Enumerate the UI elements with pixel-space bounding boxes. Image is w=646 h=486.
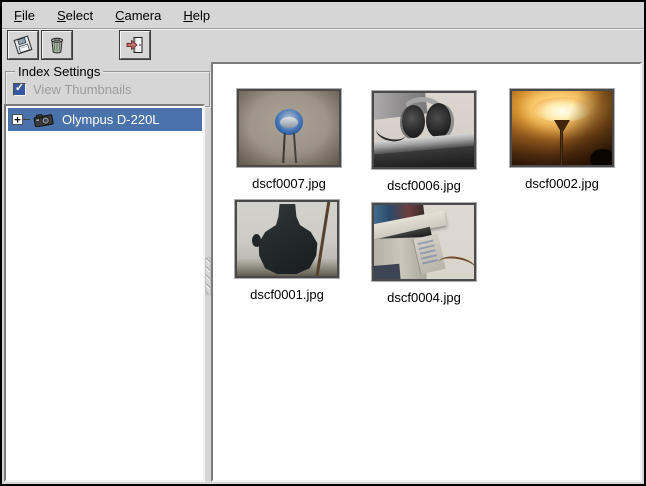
tree-item-label: Olympus D-220L [62, 112, 160, 127]
menu-camera[interactable]: Camera [107, 5, 169, 26]
tree-item-camera[interactable]: + Olympus D-220L [8, 108, 202, 131]
checkbox-box[interactable]: ✓ [13, 83, 26, 96]
view-thumbnails-checkbox[interactable]: ✓ View Thumbnails [13, 82, 203, 97]
thumbnail-image[interactable] [235, 200, 339, 278]
tree-branch-line [23, 119, 30, 120]
trash-icon [46, 34, 68, 56]
save-button[interactable] [8, 31, 38, 59]
delete-button[interactable] [42, 31, 72, 59]
menu-select-accel: S [57, 8, 66, 23]
toolbar [2, 29, 644, 60]
thumbnail-panel[interactable]: dscf0007.jpg dscf0006.jpg dscf0002.jpg d… [211, 62, 642, 482]
menu-select-label: elect [66, 8, 93, 23]
thumbnail-item[interactable]: dscf0004.jpg [362, 203, 486, 305]
menu-file-label: ile [22, 8, 35, 23]
menu-help[interactable]: Help [175, 5, 218, 26]
frame-title: Index Settings [15, 64, 103, 79]
thumbnail-filename: dscf0002.jpg [525, 176, 599, 191]
thumbnail-item[interactable]: dscf0001.jpg [225, 200, 349, 302]
menu-help-label: elp [193, 8, 210, 23]
floppy-disk-icon [12, 34, 34, 56]
thumbnail-image[interactable] [372, 203, 476, 281]
menubar: File Select Camera Help [2, 2, 644, 29]
thumbnail-image[interactable] [510, 89, 614, 167]
thumbnail-filename: dscf0007.jpg [252, 176, 326, 191]
checkmark-icon: ✓ [15, 83, 24, 94]
index-settings-frame: Index Settings ✓ View Thumbnails [5, 64, 211, 108]
menu-help-accel: H [183, 8, 192, 23]
menu-select[interactable]: Select [49, 5, 101, 26]
camera-tree[interactable]: + Olympus D-220L [4, 104, 205, 482]
thumbnail-image[interactable] [372, 91, 476, 169]
expander-plus-icon[interactable]: + [12, 114, 23, 125]
menu-camera-accel: C [115, 8, 124, 23]
application-window: File Select Camera Help [0, 0, 646, 486]
thumbnail-filename: dscf0006.jpg [387, 178, 461, 193]
checkbox-label: View Thumbnails [33, 82, 132, 97]
thumbnail-filename: dscf0004.jpg [387, 290, 461, 305]
menu-camera-label: amera [125, 8, 162, 23]
thumbnail-item[interactable]: dscf0007.jpg [227, 89, 351, 191]
thumbnail-item[interactable]: dscf0002.jpg [500, 89, 624, 191]
thumbnail-image[interactable] [237, 89, 341, 167]
camera-icon [33, 112, 55, 127]
thumbnail-filename: dscf0001.jpg [250, 287, 324, 302]
menu-file[interactable]: File [6, 5, 43, 26]
exit-button[interactable] [120, 31, 150, 59]
menu-file-accel: F [14, 8, 22, 23]
thumbnail-item[interactable]: dscf0006.jpg [362, 91, 486, 193]
exit-door-icon [124, 34, 146, 56]
